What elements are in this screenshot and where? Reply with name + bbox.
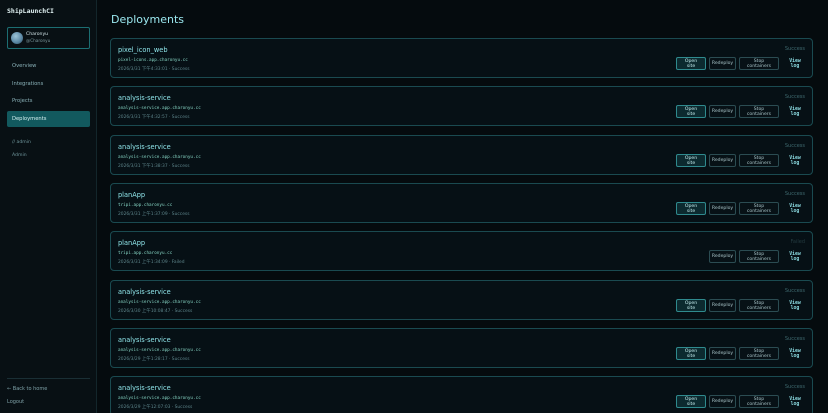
open-site-button[interactable]: Open site bbox=[676, 105, 706, 118]
deployment-url[interactable]: analysis-service.app.charonyu.cc bbox=[118, 106, 201, 111]
deployment-name[interactable]: pixel_icon_web bbox=[118, 46, 168, 54]
deployment-url[interactable]: pixel-icons.app.charonyu.cc bbox=[118, 58, 188, 63]
logout-link[interactable]: Logout bbox=[7, 399, 24, 405]
brand-logo[interactable]: ShipLaunchCI bbox=[7, 7, 54, 15]
view-log-button[interactable]: View log bbox=[782, 395, 806, 408]
deployment-name[interactable]: analysis-service bbox=[118, 94, 171, 102]
stop-containers-button[interactable]: Stop containers bbox=[739, 250, 779, 263]
stop-containers-button[interactable]: Stop containers bbox=[739, 395, 779, 408]
user-handle: @Charonyu bbox=[26, 38, 51, 43]
page-title: Deployments bbox=[111, 13, 185, 26]
redeploy-button[interactable]: Redeploy bbox=[709, 347, 736, 360]
status-badge: Success bbox=[784, 384, 805, 390]
deployment-url[interactable]: analysis-service.app.charonyu.cc bbox=[118, 348, 201, 353]
view-log-button[interactable]: View log bbox=[782, 105, 806, 118]
stop-containers-button[interactable]: Stop containers bbox=[739, 347, 779, 360]
redeploy-button[interactable]: Redeploy bbox=[709, 202, 736, 215]
redeploy-button[interactable]: Redeploy bbox=[709, 105, 736, 118]
deployment-name[interactable]: analysis-service bbox=[118, 336, 171, 344]
deployment-card: planApp tripi.app.charonyu.cc 2026/3/31 上午… bbox=[110, 183, 813, 223]
deployment-card: planApp tripi.app.charonyu.cc 2026/3/31 上午… bbox=[110, 231, 813, 271]
back-to-home-link[interactable]: ← Back to home bbox=[7, 386, 47, 392]
view-log-button[interactable]: View log bbox=[782, 202, 806, 215]
deployment-card: analysis-service analysis-service.app.cha… bbox=[110, 135, 813, 175]
open-site-button[interactable]: Open site bbox=[676, 299, 706, 312]
status-badge: Failed bbox=[790, 239, 805, 245]
view-log-button[interactable]: View log bbox=[782, 57, 806, 70]
sidebar: ShipLaunchCI Charonyu @Charonyu Overview… bbox=[0, 0, 97, 413]
deployment-card: pixel_icon_web pixel-icons.app.charonyu.c… bbox=[110, 38, 813, 78]
redeploy-button[interactable]: Redeploy bbox=[709, 250, 736, 263]
redeploy-button[interactable]: Redeploy bbox=[709, 154, 736, 167]
deployment-url[interactable]: analysis-service.app.charonyu.cc bbox=[118, 155, 201, 160]
deployment-url[interactable]: analysis-service.app.charonyu.cc bbox=[118, 300, 201, 305]
deployment-name[interactable]: analysis-service bbox=[118, 143, 171, 151]
view-log-button[interactable]: View log bbox=[782, 299, 806, 312]
deployment-name[interactable]: analysis-service bbox=[118, 384, 171, 392]
open-site-button[interactable]: Open site bbox=[676, 395, 706, 408]
status-badge: Success bbox=[784, 143, 805, 149]
redeploy-button[interactable]: Redeploy bbox=[709, 395, 736, 408]
deployment-meta: 2026/3/31 下午4:32:57 · Success bbox=[118, 115, 190, 120]
view-log-button[interactable]: View log bbox=[782, 347, 806, 360]
nav-item-admin[interactable]: Admin bbox=[12, 153, 27, 158]
deployment-meta: 2026/3/29 上午12:07:03 · Success bbox=[118, 405, 193, 410]
stop-containers-button[interactable]: Stop containers bbox=[739, 57, 779, 70]
avatar bbox=[11, 32, 23, 44]
view-log-button[interactable]: View log bbox=[782, 154, 806, 167]
nav-item-projects[interactable]: Projects bbox=[7, 93, 90, 109]
deployment-actions: Open site Redeploy Stop containers View log bbox=[676, 299, 806, 312]
open-site-button[interactable]: Open site bbox=[676, 202, 706, 215]
sidebar-divider bbox=[7, 378, 90, 379]
status-badge: Success bbox=[784, 94, 805, 100]
stop-containers-button[interactable]: Stop containers bbox=[739, 202, 779, 215]
deployment-actions: Open site Redeploy Stop containers View log bbox=[676, 105, 806, 118]
stop-containers-button[interactable]: Stop containers bbox=[739, 299, 779, 312]
deployment-url[interactable]: tripi.app.charonyu.cc bbox=[118, 251, 172, 256]
deployment-actions: Open site Redeploy Stop containers View log bbox=[676, 347, 806, 360]
deployment-card: analysis-service analysis-service.app.cha… bbox=[110, 86, 813, 126]
deployment-actions: Open site Redeploy Stop containers View log bbox=[676, 202, 806, 215]
redeploy-button[interactable]: Redeploy bbox=[709, 57, 736, 70]
deployment-actions: Open site Redeploy Stop containers View log bbox=[676, 154, 806, 167]
nav-item-overview[interactable]: Overview bbox=[7, 58, 90, 74]
nav-item-integrations[interactable]: Integrations bbox=[7, 76, 90, 92]
status-badge: Success bbox=[784, 288, 805, 294]
deployment-actions: Open site Redeploy Stop containers View log bbox=[676, 395, 806, 408]
view-log-button[interactable]: View log bbox=[782, 250, 806, 263]
main-content: Deployments pixel_icon_web pixel-icons.ap… bbox=[97, 0, 828, 413]
deployment-meta: 2026/3/30 上午10:08:47 · Success bbox=[118, 309, 193, 314]
nav-item-deployments[interactable]: Deployments bbox=[7, 111, 90, 127]
admin-section-label: // admin bbox=[12, 140, 31, 145]
deployment-meta: 2026/3/31 下午1:38:37 · Success bbox=[118, 164, 190, 169]
deployment-meta: 2026/3/31 上午1:37:09 · Success bbox=[118, 212, 190, 217]
status-badge: Success bbox=[784, 336, 805, 342]
status-badge: Success bbox=[784, 191, 805, 197]
deployment-actions: Redeploy Stop containers View log bbox=[709, 250, 806, 263]
stop-containers-button[interactable]: Stop containers bbox=[739, 105, 779, 118]
deployment-card: analysis-service analysis-service.app.cha… bbox=[110, 328, 813, 368]
deployment-meta: 2026/3/29 上午1:28:17 · Success bbox=[118, 357, 190, 362]
deployment-name[interactable]: planApp bbox=[118, 239, 145, 247]
user-card[interactable]: Charonyu @Charonyu bbox=[7, 27, 90, 49]
open-site-button[interactable]: Open site bbox=[676, 347, 706, 360]
deployment-card: analysis-service analysis-service.app.cha… bbox=[110, 376, 813, 413]
deployment-url[interactable]: tripi.app.charonyu.cc bbox=[118, 203, 172, 208]
deployment-name[interactable]: planApp bbox=[118, 191, 145, 199]
stop-containers-button[interactable]: Stop containers bbox=[739, 154, 779, 167]
deployment-url[interactable]: analysis-service.app.charonyu.cc bbox=[118, 396, 201, 401]
deployment-meta: 2026/3/31 下午4:33:01 · Success bbox=[118, 67, 190, 72]
open-site-button[interactable]: Open site bbox=[676, 154, 706, 167]
open-site-button[interactable]: Open site bbox=[676, 57, 706, 70]
deployment-meta: 2026/3/31 上午1:34:09 · Failed bbox=[118, 260, 185, 265]
deployment-actions: Open site Redeploy Stop containers View log bbox=[676, 57, 806, 70]
deployment-card: analysis-service analysis-service.app.cha… bbox=[110, 280, 813, 320]
deployment-name[interactable]: analysis-service bbox=[118, 288, 171, 296]
redeploy-button[interactable]: Redeploy bbox=[709, 299, 736, 312]
status-badge: Success bbox=[784, 46, 805, 52]
